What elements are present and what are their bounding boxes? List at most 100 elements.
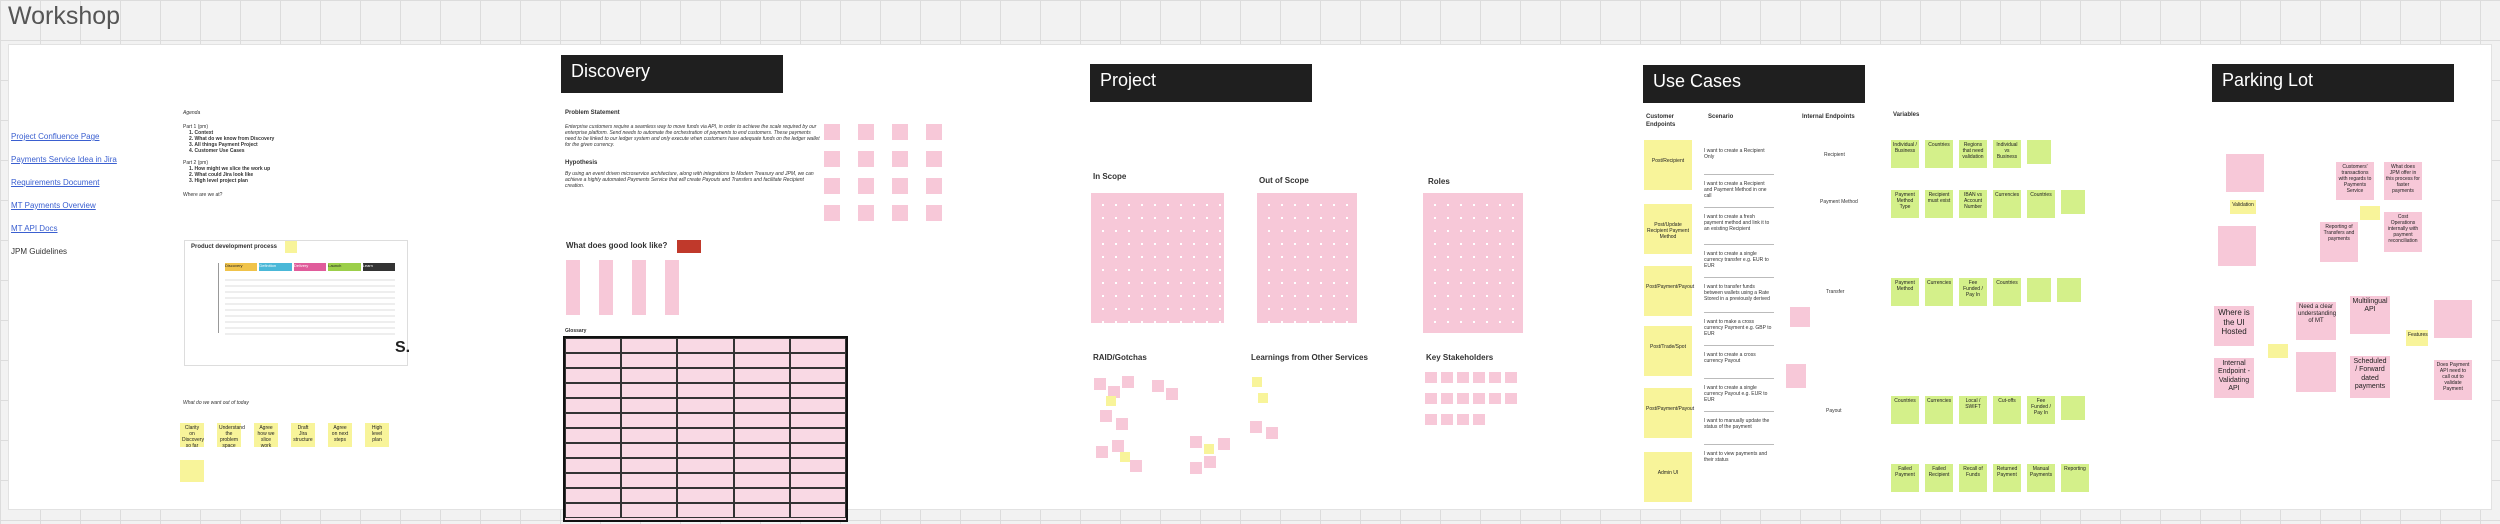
- image-thumbnail[interactable]: [677, 240, 701, 253]
- sticky-note[interactable]: [1441, 414, 1453, 425]
- endpoint-sticky[interactable]: Admin UI: [1644, 452, 1692, 502]
- sticky-note[interactable]: Draft Jira structure: [291, 423, 315, 447]
- roles-stickies[interactable]: [1423, 193, 1523, 333]
- sticky-note[interactable]: [1425, 414, 1437, 425]
- sticky-note[interactable]: [824, 124, 840, 140]
- sticky-note[interactable]: [1112, 440, 1124, 452]
- sticky-note[interactable]: [1505, 372, 1517, 383]
- parking-lot-frame-title[interactable]: Parking Lot: [2212, 64, 2454, 102]
- sticky-note[interactable]: [1489, 393, 1501, 404]
- sticky-note[interactable]: [1425, 393, 1437, 404]
- variable-sticky[interactable]: Manual Payments: [2027, 464, 2055, 492]
- sticky-note[interactable]: Features: [2406, 330, 2428, 346]
- sticky-note[interactable]: [1457, 414, 1469, 425]
- variable-sticky[interactable]: Fee Funded / Pay In: [1959, 278, 1987, 306]
- sticky-note[interactable]: Understand the problem space: [217, 423, 245, 449]
- sticky-note[interactable]: [1252, 377, 1262, 387]
- sticky-note[interactable]: [1457, 393, 1469, 404]
- sticky-note[interactable]: Scheduled / Forward dated payments: [2350, 356, 2390, 398]
- sticky-note[interactable]: [1790, 307, 1810, 327]
- sticky-note[interactable]: [1473, 414, 1485, 425]
- variable-sticky[interactable]: Payment Method: [1891, 278, 1919, 306]
- sticky-note[interactable]: [858, 178, 874, 194]
- sticky-note[interactable]: Multilingual API: [2350, 296, 2390, 334]
- variable-sticky[interactable]: Cut-offs: [1993, 396, 2021, 424]
- sticky-note[interactable]: Clarity on Discovery so far: [180, 423, 204, 449]
- sticky-note[interactable]: [1218, 438, 1230, 450]
- sticky-note[interactable]: [1204, 456, 1216, 468]
- link-jira-idea[interactable]: Payments Service Idea in Jira: [11, 155, 161, 164]
- sticky-note[interactable]: [2268, 344, 2288, 358]
- variable-sticky[interactable]: Individual vs Business: [1993, 140, 2021, 168]
- sticky-note[interactable]: [926, 178, 942, 194]
- variable-sticky[interactable]: Individual / Business: [1891, 140, 1919, 168]
- link-mt-overview[interactable]: MT Payments Overview: [11, 201, 161, 210]
- sticky-note[interactable]: Where is the UI Hosted: [2214, 306, 2254, 346]
- sticky-note[interactable]: Does Payment API need to call out to val…: [2434, 360, 2472, 400]
- project-frame-title[interactable]: Project: [1090, 64, 1312, 102]
- sticky-note[interactable]: [1130, 460, 1142, 472]
- variable-sticky[interactable]: [2061, 396, 2085, 420]
- sticky-note[interactable]: [1786, 364, 1806, 388]
- sticky-note[interactable]: [1100, 410, 1112, 422]
- sticky-note[interactable]: [1457, 372, 1469, 383]
- sticky-note[interactable]: [1473, 372, 1485, 383]
- sticky-note[interactable]: High level plan: [365, 423, 389, 447]
- sticky-note[interactable]: [1505, 393, 1517, 404]
- variable-sticky[interactable]: [2027, 278, 2051, 302]
- sticky-note[interactable]: [892, 151, 908, 167]
- sticky-note[interactable]: [2296, 352, 2336, 392]
- sticky-note[interactable]: [180, 460, 204, 482]
- variable-sticky[interactable]: Countries: [1925, 140, 1953, 168]
- sticky-note[interactable]: [892, 124, 908, 140]
- sticky-note[interactable]: [858, 124, 874, 140]
- variable-sticky[interactable]: Currencies: [1925, 278, 1953, 306]
- sticky-note[interactable]: [1441, 393, 1453, 404]
- out-scope-stickies[interactable]: [1257, 193, 1357, 323]
- sticky-note[interactable]: [1096, 446, 1108, 458]
- sticky-note[interactable]: [2434, 300, 2472, 338]
- variable-sticky[interactable]: Recall of Funds: [1959, 464, 1987, 492]
- link-mt-api[interactable]: MT API Docs: [11, 224, 161, 233]
- sticky-note[interactable]: [1258, 393, 1268, 403]
- sticky-note[interactable]: [926, 205, 942, 221]
- sticky-note[interactable]: [665, 260, 679, 315]
- variable-sticky[interactable]: Reporting: [2061, 464, 2089, 492]
- sticky-note[interactable]: [926, 124, 942, 140]
- sticky-note[interactable]: [858, 151, 874, 167]
- sticky-note[interactable]: [1190, 436, 1202, 448]
- variable-sticky[interactable]: Fee Funded / Pay In: [2027, 396, 2055, 424]
- sticky-note[interactable]: [824, 205, 840, 221]
- discovery-frame-title[interactable]: Discovery: [561, 55, 783, 93]
- variable-sticky[interactable]: Recipient must exist: [1925, 190, 1953, 218]
- link-confluence[interactable]: Project Confluence Page: [11, 132, 161, 141]
- sticky-note[interactable]: [1152, 380, 1164, 392]
- sticky-note[interactable]: [926, 151, 942, 167]
- process-diagram[interactable]: Product development process Discovery De…: [184, 240, 410, 366]
- sticky-note[interactable]: [1094, 378, 1106, 390]
- use-cases-frame-title[interactable]: Use Cases: [1643, 65, 1865, 103]
- sticky-note[interactable]: [858, 205, 874, 221]
- variable-sticky[interactable]: Regions that need validation: [1959, 140, 1987, 168]
- variable-sticky[interactable]: [2027, 140, 2051, 164]
- sticky-note[interactable]: [1473, 393, 1485, 404]
- sticky-note[interactable]: Agree on next steps: [328, 423, 352, 447]
- sticky-note[interactable]: [632, 260, 646, 315]
- sticky-note[interactable]: Internal Endpoint - Validating API: [2214, 358, 2254, 398]
- sticky-note[interactable]: Customers' transactions with regards to …: [2336, 162, 2374, 200]
- variable-sticky[interactable]: Payment Method Type: [1891, 190, 1919, 218]
- sticky-note[interactable]: [1116, 418, 1128, 430]
- sticky-note[interactable]: [2226, 154, 2264, 192]
- endpoint-sticky[interactable]: Post/Payment/Payout: [1644, 388, 1694, 438]
- variable-sticky[interactable]: Countries: [1891, 396, 1919, 424]
- variable-sticky[interactable]: Currencies: [1993, 190, 2021, 218]
- sticky-note[interactable]: [1166, 388, 1178, 400]
- variable-sticky[interactable]: Countries: [1993, 278, 2021, 306]
- endpoint-sticky[interactable]: Post/Update Recipient Payment Method: [1644, 204, 1692, 254]
- sticky-note[interactable]: [824, 178, 840, 194]
- sticky-note[interactable]: Cost Operations internally with payment …: [2384, 212, 2422, 252]
- endpoint-sticky[interactable]: Post/Payment/Payout: [1644, 266, 1694, 316]
- sticky-note[interactable]: What does JPM offer in this process for …: [2384, 162, 2422, 200]
- glossary-table[interactable]: [563, 336, 848, 522]
- sticky-note[interactable]: [285, 241, 297, 253]
